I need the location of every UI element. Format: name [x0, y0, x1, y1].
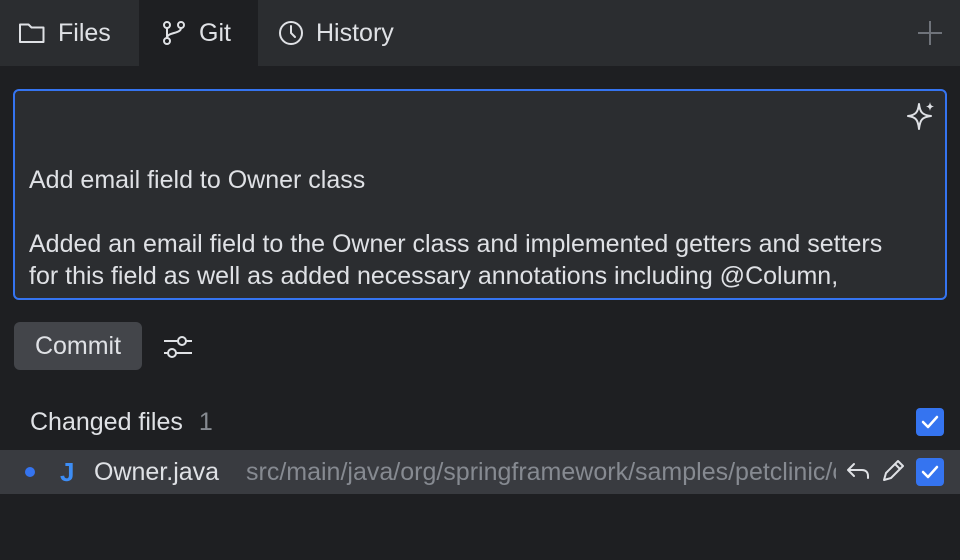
add-tab-icon[interactable]: [914, 17, 946, 49]
tab-history[interactable]: History: [278, 0, 394, 66]
checkmark-icon: [921, 465, 939, 479]
git-branch-icon: [163, 21, 185, 45]
java-file-icon: J: [60, 457, 75, 487]
edit-pencil-icon[interactable]: [878, 456, 908, 486]
checkmark-icon: [921, 415, 939, 429]
tab-files[interactable]: Files: [18, 0, 111, 66]
tab-history-label: History: [316, 18, 394, 47]
changed-files-header[interactable]: Changed files 1: [30, 406, 213, 438]
changed-files-count: 1: [198, 407, 213, 436]
ai-sparkle-icon[interactable]: [905, 100, 937, 132]
commit-message-input[interactable]: Add email field to Owner class Added an …: [13, 89, 947, 300]
modified-indicator: [25, 467, 35, 477]
rollback-icon[interactable]: [844, 456, 874, 486]
changed-files-label: Changed files: [30, 407, 183, 436]
git-commit-panel: Add email field to Owner class Added an …: [0, 66, 960, 560]
tab-git-label: Git: [199, 18, 231, 47]
clock-icon: [279, 21, 303, 45]
tab-files-label: Files: [58, 18, 111, 47]
file-checkbox[interactable]: [916, 458, 944, 486]
file-path: src/main/java/org/springframework/sample…: [246, 458, 836, 486]
commit-options-icon[interactable]: [160, 331, 196, 363]
select-all-checkbox[interactable]: [916, 408, 944, 436]
file-name: Owner.java: [94, 458, 220, 486]
commit-message-text: Add email field to Owner class Added an …: [29, 166, 883, 298]
changed-file-row[interactable]: J Owner.java src/main/java/org/springfra…: [0, 450, 960, 494]
tool-window-tabbar: Files Git History: [0, 0, 960, 66]
tab-git[interactable]: Git: [139, 0, 258, 66]
folder-icon: [19, 23, 45, 43]
commit-button[interactable]: Commit: [14, 322, 142, 370]
